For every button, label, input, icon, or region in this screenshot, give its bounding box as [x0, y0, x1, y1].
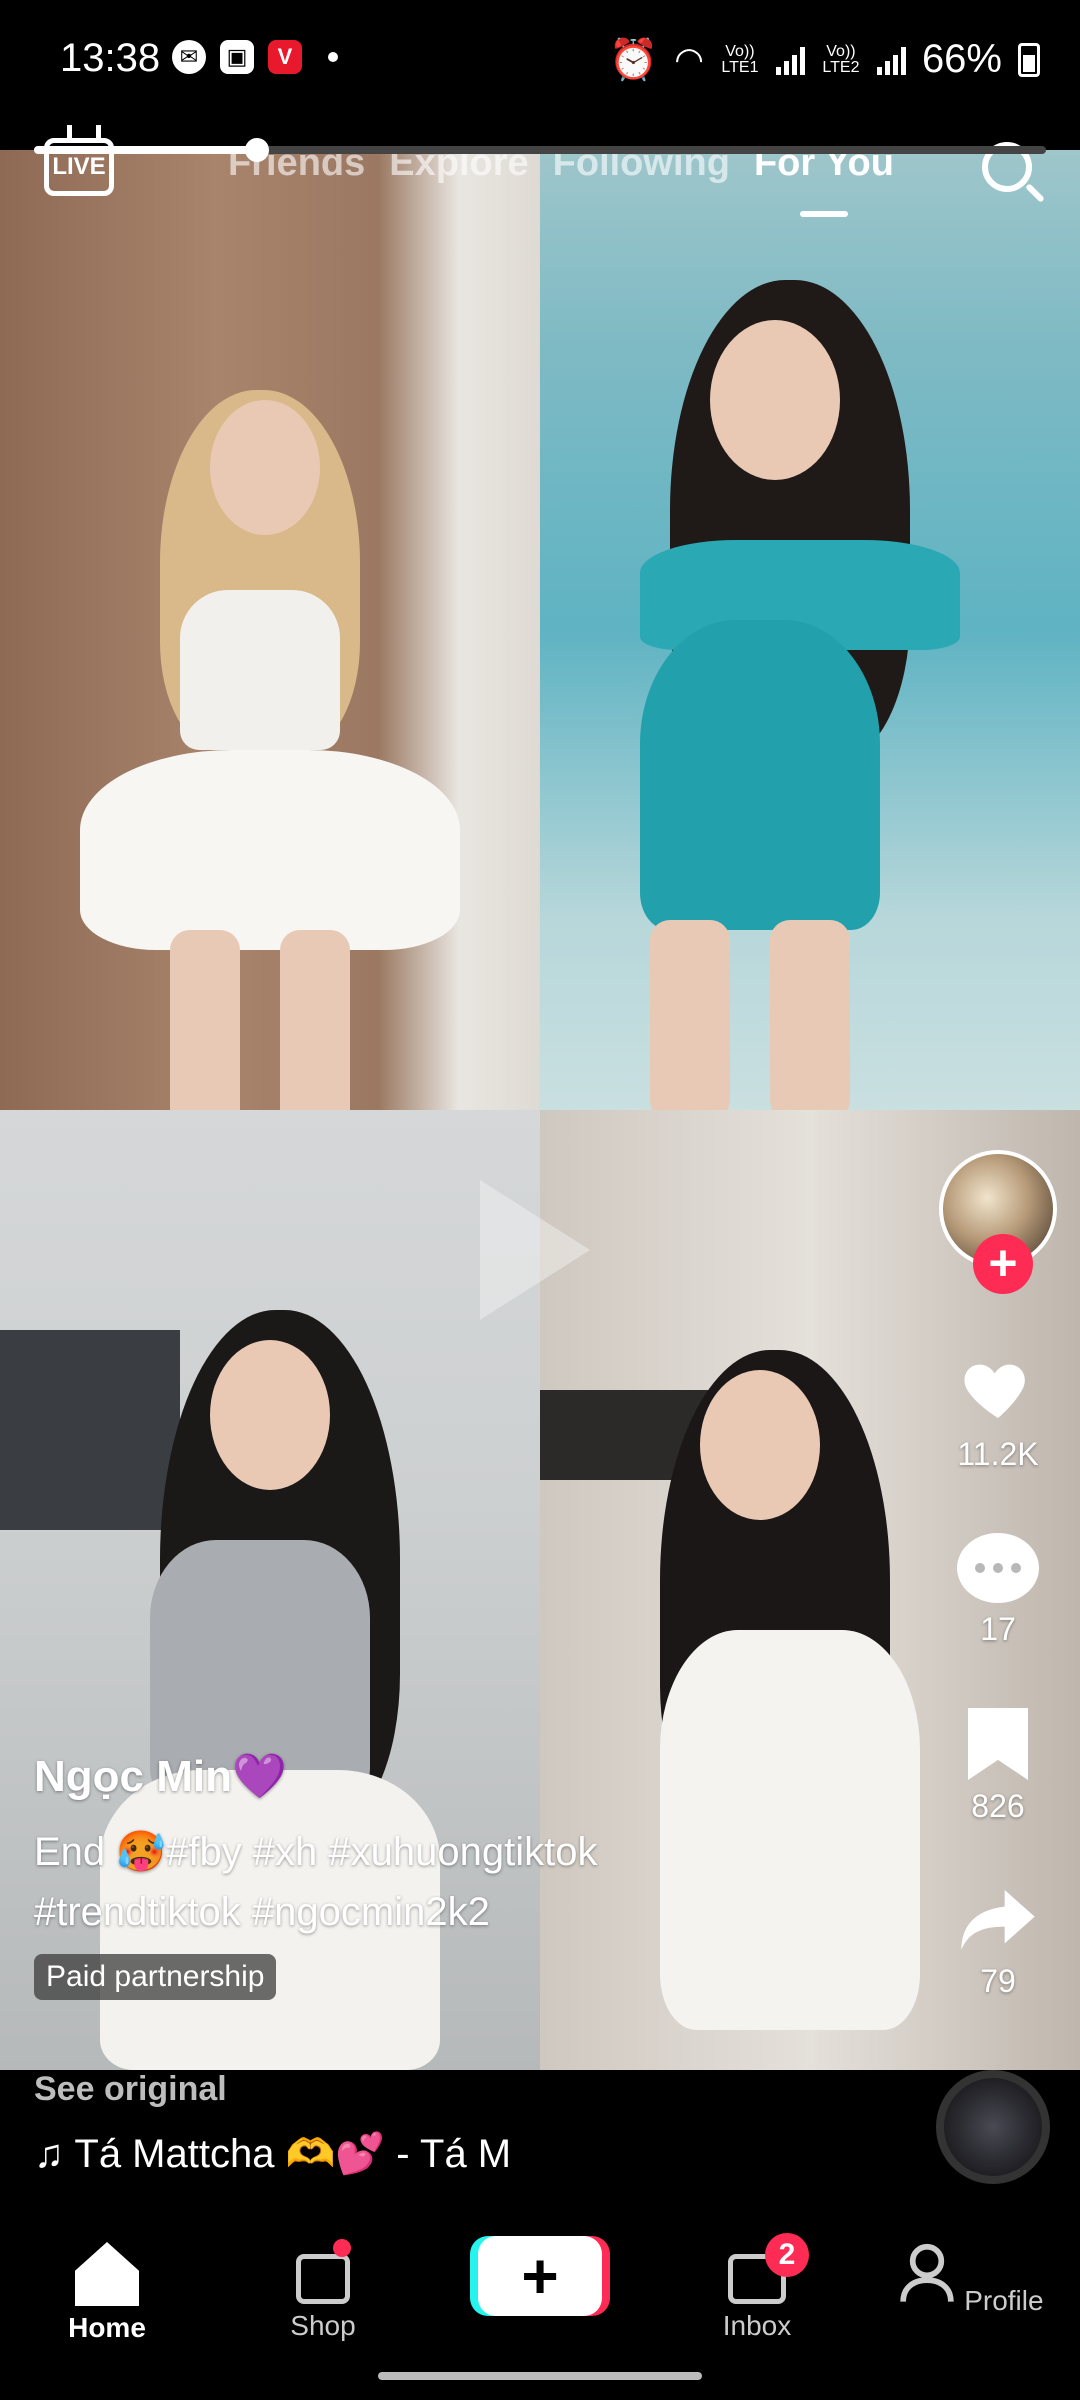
nav-shop-label: Shop [290, 2310, 356, 2341]
caption-text[interactable]: End 🥵#fby #xh #xuhuongtiktok #trendtikto… [34, 1822, 734, 1942]
follow-button[interactable]: + [973, 1234, 1033, 1294]
progress-fill [34, 146, 257, 154]
gallery-icon: ▣ [220, 40, 254, 74]
shop-notification-dot [333, 2239, 351, 2257]
top-nav: LIVE Friends Explore Following For You [0, 120, 1080, 240]
v-app-icon: V [268, 40, 302, 74]
live-label: LIVE [52, 153, 106, 180]
create-button[interactable]: + [478, 2236, 602, 2316]
nav-home-label: Home [68, 2312, 146, 2343]
comment-count: 17 [980, 1611, 1016, 1647]
shopping-bag-icon [296, 2239, 351, 2304]
sim2-label: Vo)) LTE2 [822, 42, 860, 76]
status-time: 13:38 [60, 36, 161, 80]
sound-title[interactable]: ♫ Tá Mattcha 🫶💕 - Tá M [34, 2130, 511, 2177]
see-original-link[interactable]: See original [34, 2070, 227, 2109]
notification-icons: ✉ ▣ V [172, 40, 338, 74]
nav-profile[interactable]: Profile [896, 2242, 1046, 2317]
nav-inbox[interactable]: 2 Inbox [682, 2233, 832, 2342]
paid-partnership-badge: Paid partnership [34, 1954, 277, 2000]
gesture-handle [378, 2372, 702, 2380]
share-count: 79 [980, 1963, 1016, 1999]
sound-disc[interactable] [936, 2070, 1050, 2184]
more-notifications-dot [328, 52, 338, 62]
creator-username[interactable]: Ngọc Min💜 [34, 1750, 734, 1802]
share-action[interactable]: 79 [938, 1885, 1058, 2000]
creator-avatar[interactable]: + [939, 1150, 1057, 1294]
progress-handle[interactable] [244, 138, 269, 162]
action-rail: + 11.2K 17 826 79 [938, 1150, 1058, 2000]
nav-shop[interactable]: Shop [248, 2239, 398, 2342]
caption-line-2: #trendtiktok #ngocmin2k2 [34, 1890, 490, 1934]
inbox-badge: 2 [765, 2233, 809, 2277]
save-count: 826 [971, 1788, 1025, 1824]
signal2-icon [876, 45, 906, 75]
bookmark-icon[interactable] [968, 1708, 1028, 1780]
save-action[interactable]: 826 [938, 1708, 1058, 1825]
sim1-label: Vo)) LTE1 [721, 42, 759, 76]
battery-icon [1018, 42, 1040, 77]
alarm-icon: ⏰ [608, 38, 659, 82]
video-caption: Ngọc Min💜 End 🥵#fby #xh #xuhuongtiktok #… [34, 1750, 734, 2000]
heart-icon[interactable] [958, 1348, 1038, 1428]
comment-icon[interactable] [957, 1533, 1039, 1603]
messenger-icon: ✉ [172, 40, 206, 74]
playback-progress[interactable] [34, 138, 1046, 162]
sound-area: See original ♫ Tá Mattcha 🫶💕 - Tá M [0, 2070, 1080, 2220]
video-panel-top-left [0, 150, 540, 1110]
home-icon [75, 2242, 139, 2306]
profile-icon [900, 2243, 955, 2302]
signal1-icon [775, 45, 805, 75]
video-panel-top-right [540, 150, 1080, 1110]
inbox-icon: 2 [728, 2233, 809, 2304]
battery-percent: 66% [921, 37, 1002, 81]
nav-inbox-label: Inbox [722, 2310, 792, 2341]
caption-line-1: End 🥵#fby #xh #xuhuongtiktok [34, 1830, 598, 1874]
play-icon[interactable] [480, 1180, 590, 1320]
nav-profile-label: Profile [964, 2285, 1044, 2316]
comment-action[interactable]: 17 [938, 1533, 1058, 1648]
share-icon[interactable] [958, 1885, 1038, 1955]
status-right: ⏰ ◠ Vo)) LTE1 Vo)) LTE2 66% [608, 36, 1040, 83]
like-action[interactable]: 11.2K [938, 1348, 1058, 1473]
nav-home[interactable]: Home [32, 2242, 182, 2344]
like-count: 11.2K [957, 1436, 1039, 1472]
wifi-icon: ◠ [674, 40, 704, 79]
